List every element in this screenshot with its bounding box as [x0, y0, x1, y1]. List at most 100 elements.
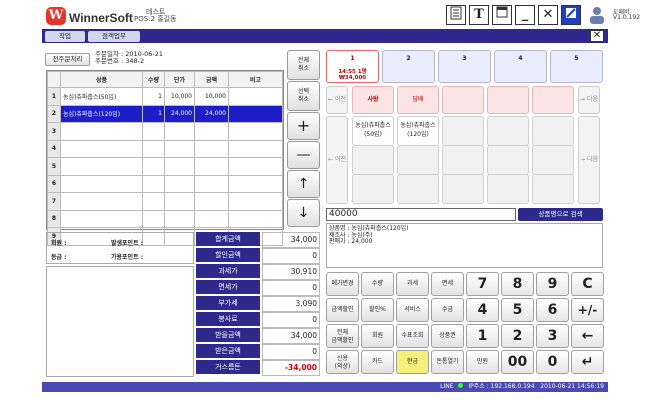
table-number: 4 — [518, 55, 523, 62]
product-slot[interactable] — [487, 145, 529, 175]
numpad-3[interactable]: 3 — [536, 324, 569, 348]
qty-plus-button[interactable]: + — [287, 112, 320, 140]
product-slot[interactable] — [442, 145, 484, 175]
product-slot[interactable] — [352, 174, 394, 204]
qty-minus-button[interactable]: — — [287, 141, 320, 169]
numpad-clear[interactable]: C — [571, 272, 604, 296]
table-row[interactable]: 4 — [47, 139, 283, 158]
tab-work[interactable]: 작업 — [45, 31, 85, 42]
numpad-1[interactable]: 1 — [466, 324, 499, 348]
discount-label: 할인금액 — [196, 248, 260, 264]
table-tab-1[interactable]: 1 14:55 1명 ₩34,000 — [326, 50, 379, 83]
table-row[interactable]: 8 — [47, 209, 283, 228]
price-change-key[interactable]: 메가변경 — [326, 272, 359, 296]
table-row[interactable]: 3 — [47, 122, 283, 141]
table-tab-4[interactable]: 4 — [494, 50, 547, 83]
table-row[interactable]: 2 농심)츄파춥스(120입) 1 24,000 24,000 — [47, 104, 283, 123]
text-size-button[interactable]: T — [469, 5, 489, 25]
category-candy[interactable]: 사탕 — [352, 86, 394, 114]
category-slot[interactable] — [487, 86, 529, 114]
product-slot[interactable] — [442, 116, 484, 146]
product-slot[interactable] — [397, 145, 439, 175]
member-key[interactable]: 회원 — [361, 324, 394, 348]
minimize-button[interactable]: _ — [515, 5, 535, 25]
product-slot[interactable] — [532, 116, 574, 146]
price: 24,000 — [164, 104, 195, 123]
cancel-selected-button[interactable]: 선택 취소 — [287, 81, 320, 111]
card-key[interactable]: 카드 — [361, 350, 394, 374]
numpad-2[interactable]: 2 — [501, 324, 534, 348]
table-row[interactable]: 7 — [47, 192, 283, 211]
gift-card-key[interactable]: 상품권 — [431, 324, 464, 348]
window-icon[interactable] — [492, 5, 512, 25]
product-slot[interactable] — [532, 174, 574, 204]
ten-thousand-key[interactable]: 만원 — [466, 350, 499, 374]
amount-input[interactable]: 40000 — [326, 208, 516, 221]
taxable-label: 과세가 — [196, 264, 260, 280]
amount-discount-key[interactable]: 금액할인 — [326, 298, 359, 322]
product-button[interactable]: 농심)츄파춥스(50입) — [352, 116, 394, 146]
product-detail-box: 상품명 : 농심)츄파춥스(120입) 제조사 : 농심(주) 판매가 : 24… — [326, 223, 603, 268]
numpad-9[interactable]: 9 — [536, 272, 569, 296]
total-value: 34,000 — [262, 232, 320, 248]
product-slot[interactable] — [532, 145, 574, 175]
vat-label: 부가세 — [196, 296, 260, 312]
product-slot[interactable] — [487, 174, 529, 204]
table-tab-2[interactable]: 2 — [382, 50, 435, 83]
product-button[interactable]: 농심)츄파춥스(120입) — [397, 116, 439, 146]
product-slot[interactable] — [487, 116, 529, 146]
status-datetime: 2010-06-21 14:56:19 — [540, 383, 604, 390]
numpad-enter[interactable]: ↵ — [571, 350, 604, 374]
search-by-name-button[interactable]: 상품명으로 검색 — [518, 208, 603, 221]
taxable-key[interactable]: 과세 — [396, 272, 429, 296]
price: 10,000 — [164, 87, 195, 106]
numpad-4[interactable]: 4 — [466, 298, 499, 322]
numpad-0[interactable]: 0 — [536, 350, 569, 374]
product-next-button[interactable]: → 다음 — [578, 116, 600, 204]
category-next-button[interactable]: → 다음 — [578, 86, 600, 114]
numpad-7[interactable]: 7 — [466, 272, 499, 296]
table-row[interactable]: 6 — [47, 174, 283, 193]
qty-key[interactable]: 수량 — [361, 272, 394, 296]
category-slot[interactable] — [442, 86, 484, 114]
numpad-backspace[interactable]: ← — [571, 324, 604, 348]
hold-order-button[interactable]: 전주문처리 — [45, 53, 90, 66]
table-tab-3[interactable]: 3 — [438, 50, 491, 83]
close-button[interactable]: ✕ — [538, 5, 558, 25]
cancel-all-button[interactable]: 전체 취소 — [287, 50, 320, 80]
close-panel-button[interactable]: ✕ — [590, 30, 604, 42]
check-inquiry-key[interactable]: 수표조회 — [396, 324, 429, 348]
taxfree-value: 0 — [262, 280, 320, 296]
numpad-6[interactable]: 6 — [536, 298, 569, 322]
scroll-down-button[interactable]: ↓ — [287, 199, 320, 227]
numpad-8[interactable]: 8 — [501, 272, 534, 296]
table-row[interactable]: 5 — [47, 157, 283, 176]
total-discount-key[interactable]: 전체 금액할인 — [326, 324, 359, 348]
order-info: 주문일자 : 2010-06-21 주문번호 : 348-2 — [95, 51, 163, 65]
numpad-5[interactable]: 5 — [501, 298, 534, 322]
service-key[interactable]: 서비스 — [396, 298, 429, 322]
document-icon[interactable] — [446, 5, 466, 25]
table-tab-5[interactable]: 5 — [550, 50, 603, 83]
credit-key[interactable]: 신용 (외상) — [326, 350, 359, 374]
taxfree-key[interactable]: 면세 — [431, 272, 464, 296]
collect-key[interactable]: 수금 — [431, 298, 464, 322]
product-prev-button[interactable]: ← 이전 — [326, 116, 348, 204]
total-label: 합계금액 — [196, 232, 260, 248]
discount-percent-key[interactable]: 할인% — [361, 298, 394, 322]
scroll-up-button[interactable]: ↑ — [287, 170, 320, 198]
category-prev-button[interactable]: ← 이전 — [326, 86, 348, 114]
product-slot[interactable] — [442, 174, 484, 204]
category-tobacco[interactable]: 담배 — [397, 86, 439, 114]
tab-store-tasks[interactable]: 점객업무 — [88, 31, 140, 42]
open-drawer-key[interactable]: 돈통열기 — [431, 350, 464, 374]
col-product: 상품 — [60, 71, 143, 88]
numpad-00[interactable]: 00 — [501, 350, 534, 374]
product-slot[interactable] — [397, 174, 439, 204]
table-row[interactable]: 1 농심)츄파춥스(50입) 1 10,000 10,000 — [47, 87, 283, 106]
settings-icon[interactable] — [561, 5, 581, 25]
numpad-plus-minus[interactable]: +/- — [571, 298, 604, 322]
product-slot[interactable] — [352, 145, 394, 175]
category-slot[interactable] — [532, 86, 574, 114]
cash-key[interactable]: 현금 — [396, 350, 429, 374]
